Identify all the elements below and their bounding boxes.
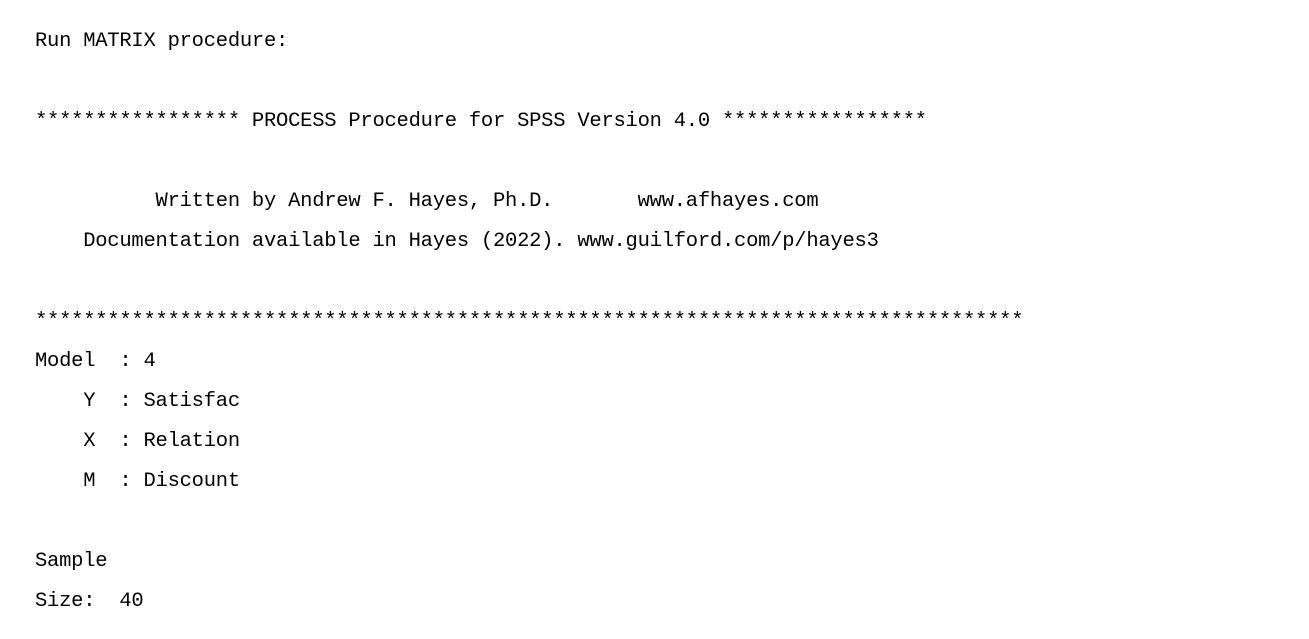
output-line-model-line: Model : 4 xyxy=(35,350,156,373)
output-line-author-line: Written by Andrew F. Hayes, Ph.D. www.af… xyxy=(35,190,819,213)
output-line-blank-2 xyxy=(35,142,1309,182)
output-line-sample-size: Size: 40 xyxy=(35,590,144,613)
process-output-console: Run MATRIX procedure: ***************** P… xyxy=(0,0,1309,639)
output-line-sample-label: Sample xyxy=(35,550,108,573)
output-line-variable-x: X : Relation xyxy=(35,430,240,453)
output-line-documentation-line: Documentation available in Hayes (2022).… xyxy=(35,230,879,253)
output-line-process-banner: ***************** PROCESS Procedure for … xyxy=(35,110,927,133)
output-line-variable-y: Y : Satisfac xyxy=(35,390,240,413)
output-line-blank-4 xyxy=(35,502,1309,542)
output-line-variable-m: M : Discount xyxy=(35,470,240,493)
output-line-blank-1 xyxy=(35,62,1309,102)
output-line-blank-3 xyxy=(35,262,1309,302)
output-line-run-matrix: Run MATRIX procedure: xyxy=(35,30,289,53)
output-line-separator-rule: ****************************************… xyxy=(35,310,1024,333)
